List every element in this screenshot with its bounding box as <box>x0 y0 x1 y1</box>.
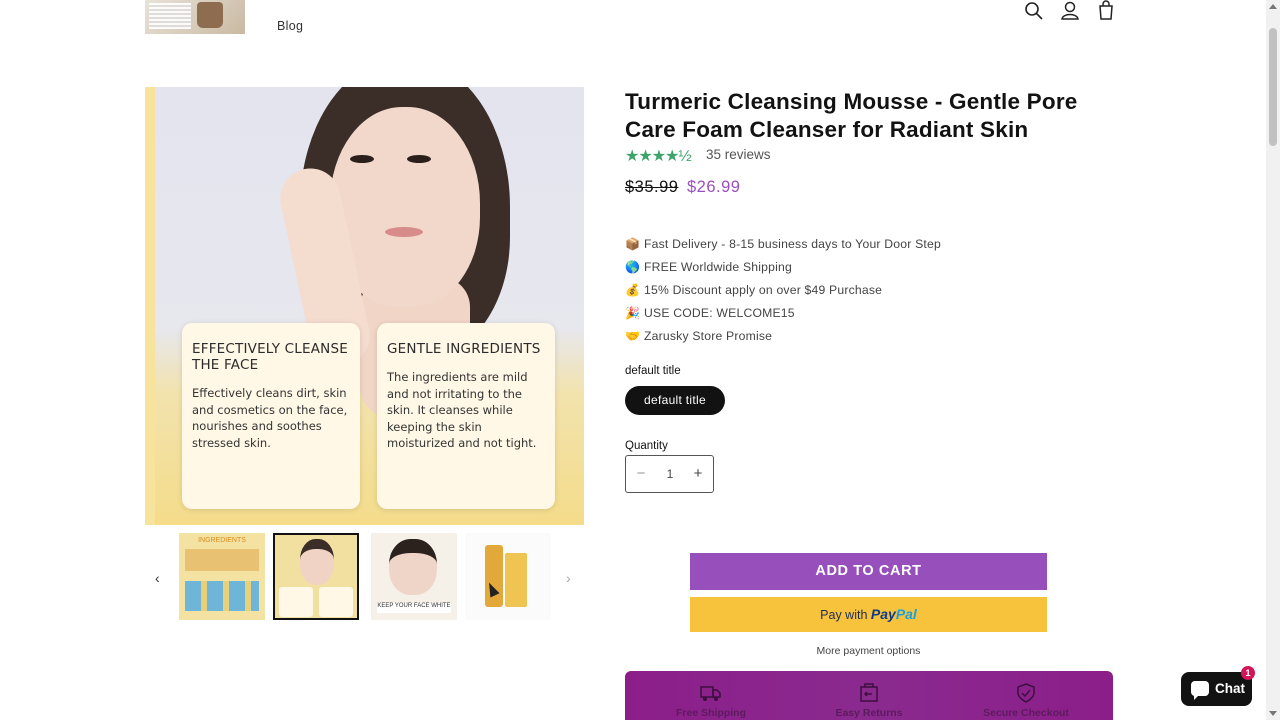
more-payment-options-link[interactable]: More payment options <box>690 645 1047 657</box>
price-original: $35.99 <box>625 178 679 196</box>
reviews-count-link[interactable]: 35 reviews <box>706 147 771 162</box>
shield-check-icon <box>1017 683 1035 703</box>
trust-label: Secure Checkout <box>983 707 1069 719</box>
thumbnail-3[interactable]: KEEP YOUR FACE WHITE <box>371 533 457 620</box>
benefit-card-heading: EFFECTIVELY CLEANSE THE FACE <box>192 341 348 373</box>
perk-fast-delivery: 📦 Fast Delivery - 8-15 business days to Y… <box>625 237 941 251</box>
model-eye-left <box>350 155 374 163</box>
perk-text: Zarusky Store Promise <box>644 329 773 343</box>
thumbnail-prev-arrow[interactable]: ‹ <box>155 570 160 586</box>
quantity-decrease-button[interactable]: − <box>631 465 651 482</box>
benefit-card-heading: GENTLE INGREDIENTS <box>387 341 541 357</box>
thumbnail-face <box>300 539 334 585</box>
perk-free-shipping: 🌎 FREE Worldwide Shipping <box>625 260 792 274</box>
party-popper-icon: 🎉 <box>625 306 641 320</box>
thumbnail-ingredient-row <box>185 581 259 611</box>
account-icon[interactable] <box>1059 0 1081 22</box>
thumbnail-next-arrow[interactable]: › <box>566 570 571 586</box>
thumbnail-bottle <box>485 545 503 607</box>
trust-badges-bar: Free Shipping Easy Returns Secure Checko… <box>625 671 1113 720</box>
thumbnail-ingredient-row <box>185 549 259 571</box>
price-sale: $26.99 <box>687 178 741 196</box>
add-to-cart-button[interactable]: ADD TO CART <box>690 553 1047 590</box>
quantity-stepper: − 1 + <box>625 455 714 493</box>
truck-icon <box>700 686 721 701</box>
thumbnail-2[interactable] <box>273 533 359 620</box>
product-main-image[interactable]: EFFECTIVELY CLEANSE THE FACE Effectively… <box>145 87 584 525</box>
perk-text: USE CODE: WELCOME15 <box>644 306 795 320</box>
cart-icon[interactable] <box>1095 0 1117 22</box>
thumbnail-label: INGREDIENTS <box>198 537 246 544</box>
trust-label: Easy Returns <box>835 707 903 719</box>
paypal-logo: PayPal <box>871 606 917 622</box>
site-header: Blog <box>0 0 1266 50</box>
store-logo[interactable] <box>145 0 245 34</box>
scroll-down-arrow-icon[interactable] <box>1269 711 1277 716</box>
thumbnail-label: KEEP YOUR FACE WHITE <box>377 603 451 613</box>
paypal-logo-part: Pay <box>870 606 896 622</box>
thumbnail-face <box>389 539 437 595</box>
trust-label: Free Shipping <box>675 707 746 719</box>
scrollbar-thumb[interactable] <box>1269 28 1277 146</box>
trust-free-shipping: Free Shipping <box>651 683 771 719</box>
search-icon[interactable] <box>1023 0 1045 22</box>
trust-easy-returns: Easy Returns <box>809 683 929 719</box>
handshake-icon: 🤝 <box>625 329 641 343</box>
benefit-card-body: The ingredients are mild and not irritat… <box>387 370 537 450</box>
chat-unread-badge: 1 <box>1241 666 1255 680</box>
thumbnail-4[interactable] <box>465 533 551 620</box>
perk-text: 15% Discount apply on over $49 Purchase <box>644 283 883 297</box>
perk-store-promise: 🤝 Zarusky Store Promise <box>625 329 772 343</box>
benefit-card-cleanse: EFFECTIVELY CLEANSE THE FACE Effectively… <box>182 323 360 509</box>
perk-discount: 💰 15% Discount apply on over $49 Purchase <box>625 283 882 297</box>
returns-icon <box>860 683 878 702</box>
benefit-card-body: Effectively cleans dirt, skin and cosmet… <box>192 386 348 450</box>
perk-text: Fast Delivery - 8-15 business days to Yo… <box>644 237 941 251</box>
chat-widget-button[interactable]: Chat 1 <box>1181 666 1255 706</box>
quantity-label: Quantity <box>625 440 668 452</box>
chat-bubble-icon <box>1191 681 1209 700</box>
perk-coupon-code: 🎉 USE CODE: WELCOME15 <box>625 306 795 320</box>
perk-text: FREE Worldwide Shipping <box>644 260 792 274</box>
quantity-input[interactable]: 1 <box>656 467 684 481</box>
page-scrollbar[interactable] <box>1266 0 1280 720</box>
thumbnail-box <box>505 553 527 607</box>
trust-secure-checkout: Secure Checkout <box>966 683 1086 719</box>
logo-text-block <box>149 3 191 29</box>
thumbnail-card <box>319 587 353 617</box>
quantity-increase-button[interactable]: + <box>688 465 708 482</box>
variant-label: default title <box>625 365 681 377</box>
globe-icon: 🌎 <box>625 260 641 274</box>
model-eye-right <box>407 155 431 163</box>
scroll-up-arrow-icon[interactable] <box>1269 4 1277 9</box>
thumbnail-1[interactable]: INGREDIENTS <box>179 533 265 620</box>
benefit-card-ingredients: GENTLE INGREDIENTS The ingredients are m… <box>377 323 555 509</box>
image-edge-stripe <box>145 87 155 525</box>
product-title: Turmeric Cleansing Mousse - Gentle Pore … <box>625 89 1078 142</box>
rating-stars: ★★★★½ <box>625 148 692 165</box>
money-bag-icon: 💰 <box>625 283 641 297</box>
chat-label: Chat <box>1215 681 1245 696</box>
model-lips <box>385 227 423 237</box>
paypal-button[interactable]: Pay with PayPal <box>690 597 1047 632</box>
paypal-prefix: Pay with <box>820 608 868 622</box>
package-icon: 📦 <box>625 237 641 251</box>
paypal-logo-part: Pal <box>895 606 917 622</box>
logo-bag-image <box>197 2 223 28</box>
nav-link-blog[interactable]: Blog <box>277 19 303 33</box>
thumbnail-card <box>279 587 313 617</box>
variant-option-default[interactable]: default title <box>625 386 725 415</box>
